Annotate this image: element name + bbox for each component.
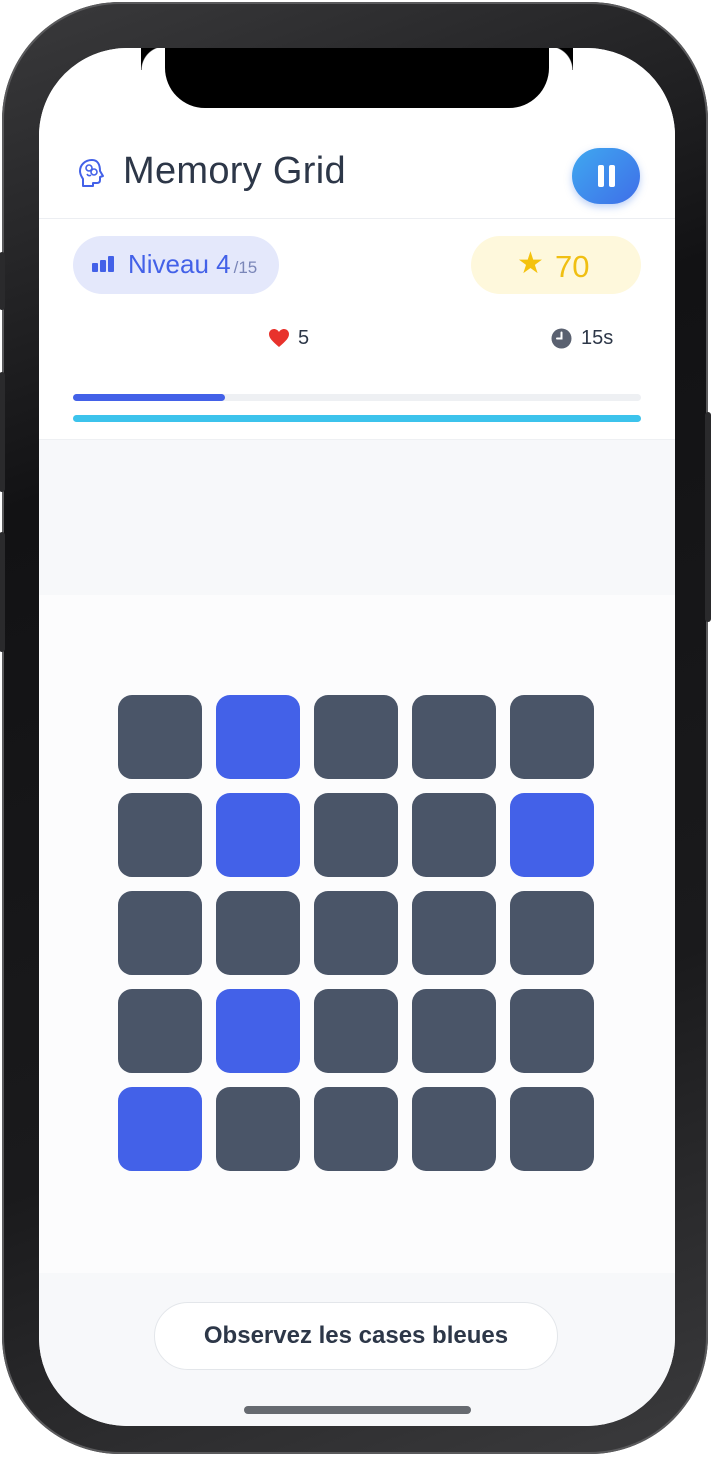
grid-cell[interactable] xyxy=(510,989,594,1073)
grid-cell[interactable] xyxy=(118,891,202,975)
phone-frame: Memory Grid Niveau 4/15 ★ 70 5 15s Obser… xyxy=(0,2,711,1454)
grid-cell-highlighted[interactable] xyxy=(216,793,300,877)
timer-progress-fill xyxy=(73,415,641,422)
grid-cell[interactable] xyxy=(412,793,496,877)
grid-cell[interactable] xyxy=(412,891,496,975)
timer-progress-bar xyxy=(73,415,641,422)
grid-cell[interactable] xyxy=(216,1087,300,1171)
notch xyxy=(165,48,573,108)
grid-cell[interactable] xyxy=(118,695,202,779)
grid-cell[interactable] xyxy=(314,793,398,877)
message-area xyxy=(39,440,675,595)
grid-cell[interactable] xyxy=(118,793,202,877)
grid-cell-highlighted[interactable] xyxy=(118,1087,202,1171)
memory-grid xyxy=(118,695,596,1173)
clock-icon xyxy=(551,328,572,349)
grid-cell[interactable] xyxy=(314,891,398,975)
star-icon: ★ xyxy=(517,247,544,280)
pause-icon-bar xyxy=(609,165,615,187)
grid-cell[interactable] xyxy=(314,1087,398,1171)
pause-icon xyxy=(598,165,604,187)
app-screen: Memory Grid Niveau 4/15 ★ 70 5 15s Obser… xyxy=(39,48,675,1426)
grid-cell[interactable] xyxy=(412,1087,496,1171)
level-total: /15 xyxy=(233,258,258,277)
score-badge: ★ 70 xyxy=(471,236,641,294)
bar-chart-icon xyxy=(92,256,116,272)
lives-value: 5 xyxy=(298,327,310,349)
grid-cell-highlighted[interactable] xyxy=(216,989,300,1073)
grid-cell[interactable] xyxy=(510,1087,594,1171)
volume-up-button xyxy=(0,372,5,492)
grid-cell[interactable] xyxy=(510,891,594,975)
timer-value: 15s xyxy=(581,327,614,349)
grid-cell-highlighted[interactable] xyxy=(510,793,594,877)
game-area xyxy=(39,595,675,1273)
pause-button[interactable] xyxy=(572,148,640,204)
home-indicator[interactable] xyxy=(244,1406,471,1414)
app-title: Memory Grid xyxy=(123,150,346,192)
volume-down-button xyxy=(0,532,5,652)
grid-cell[interactable] xyxy=(216,891,300,975)
level-progress-bar xyxy=(73,394,641,401)
score-value: 70 xyxy=(555,249,590,284)
brain-icon xyxy=(79,159,104,187)
instruction-button[interactable]: Observez les cases bleues xyxy=(154,1302,558,1370)
grid-cell[interactable] xyxy=(314,695,398,779)
grid-cell[interactable] xyxy=(510,695,594,779)
grid-cell[interactable] xyxy=(118,989,202,1073)
grid-cell[interactable] xyxy=(412,989,496,1073)
power-button xyxy=(705,412,711,622)
heart-icon xyxy=(269,329,289,347)
level-label: Niveau 4/15 xyxy=(128,249,257,280)
grid-cell[interactable] xyxy=(412,695,496,779)
level-progress-fill xyxy=(73,394,225,401)
level-current: Niveau 4 xyxy=(128,249,231,279)
grid-cell-highlighted[interactable] xyxy=(216,695,300,779)
stats-panel: Niveau 4/15 ★ 70 5 15s xyxy=(39,219,675,440)
grid-cell[interactable] xyxy=(314,989,398,1073)
mute-switch xyxy=(0,252,5,310)
level-badge: Niveau 4/15 xyxy=(73,236,279,294)
footer: Observez les cases bleues xyxy=(39,1273,675,1426)
